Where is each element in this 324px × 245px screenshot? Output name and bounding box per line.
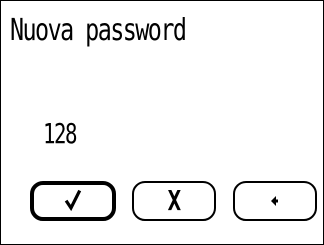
cancel-button[interactable]: X <box>132 181 216 221</box>
password-dialog: Nuova password 128 X <box>0 0 324 245</box>
check-icon <box>64 189 82 212</box>
password-value[interactable]: 128 <box>43 117 77 151</box>
close-icon: X <box>167 184 181 217</box>
confirm-button[interactable] <box>30 181 116 221</box>
back-button[interactable] <box>233 181 317 221</box>
arrow-left-icon <box>271 196 278 206</box>
dialog-title: Nuova password <box>10 13 187 48</box>
